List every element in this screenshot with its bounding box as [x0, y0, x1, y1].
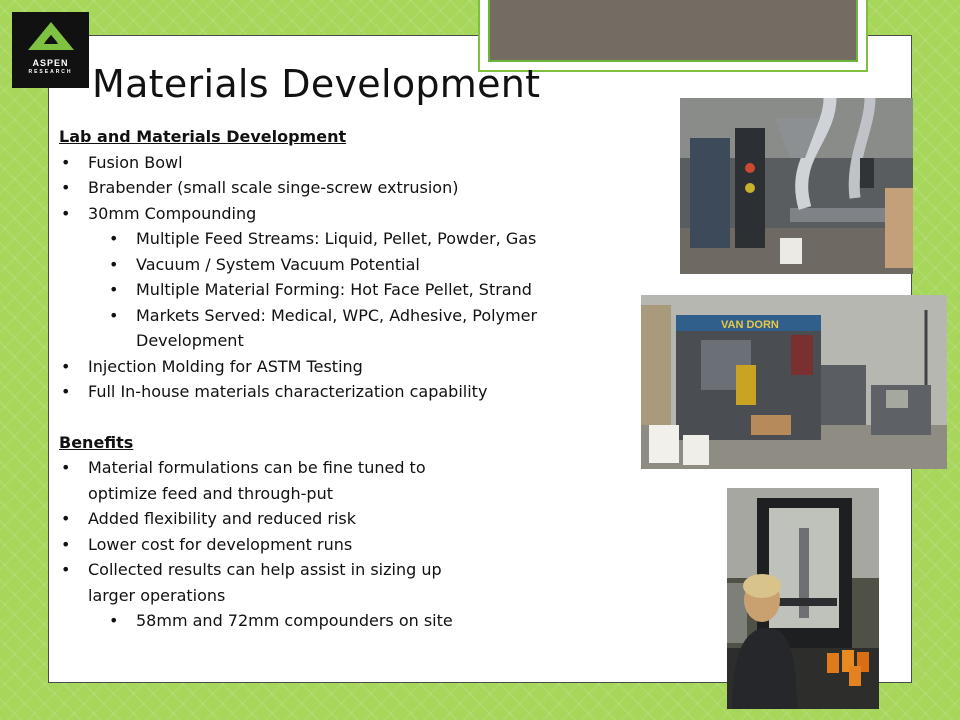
lab-section-heading: Lab and Materials Development [59, 127, 347, 146]
sub-list-item: Multiple Material Forming: Hot Face Pell… [59, 277, 619, 303]
benefit-item-continuation: larger operations [88, 585, 226, 605]
logo-subword: RESEARCH [28, 69, 73, 75]
machine-label: VAN DORN [721, 319, 779, 331]
sub-list-item-continuation: Development [136, 331, 244, 350]
sub-list-item: Markets Served: Medical, WPC, Adhesive, … [59, 303, 619, 329]
benefit-item: Collected results can help assist in siz… [59, 557, 619, 583]
slide-title: Materials Development [92, 62, 541, 106]
extrusion-lab-photo [680, 98, 913, 274]
list-item: Full In-house materials characterization… [59, 379, 619, 405]
list-item: Brabender (small scale singe-screw extru… [59, 175, 619, 201]
benefit-item: Lower cost for development runs [59, 532, 619, 558]
top-decorative-frame-fill [488, 0, 858, 62]
aspen-research-logo: ASPEN RESEARCH [12, 12, 89, 88]
aspen-logo-icon [28, 22, 74, 50]
list-item: 30mm Compounding [59, 201, 619, 227]
list-item: Injection Molding for ASTM Testing [59, 354, 619, 380]
benefit-item: Material formulations can be fine tuned … [59, 455, 619, 481]
slide-body: Lab and Materials Development Fusion Bow… [59, 124, 619, 634]
benefit-sub-item: 58mm and 72mm compounders on site [59, 608, 619, 634]
injection-molding-photo: VAN DORN [641, 295, 947, 469]
sub-list-item: Multiple Feed Streams: Liquid, Pellet, P… [59, 226, 619, 252]
list-item: Fusion Bowl [59, 150, 619, 176]
logo-wordmark: ASPEN [32, 58, 69, 68]
sub-list-item: Vacuum / System Vacuum Potential [59, 252, 619, 278]
benefit-item: Added flexibility and reduced risk [59, 506, 619, 532]
benefit-item-continuation: optimize feed and through-put [88, 483, 333, 503]
benefits-heading: Benefits [59, 432, 134, 452]
testing-station-photo [727, 488, 879, 709]
